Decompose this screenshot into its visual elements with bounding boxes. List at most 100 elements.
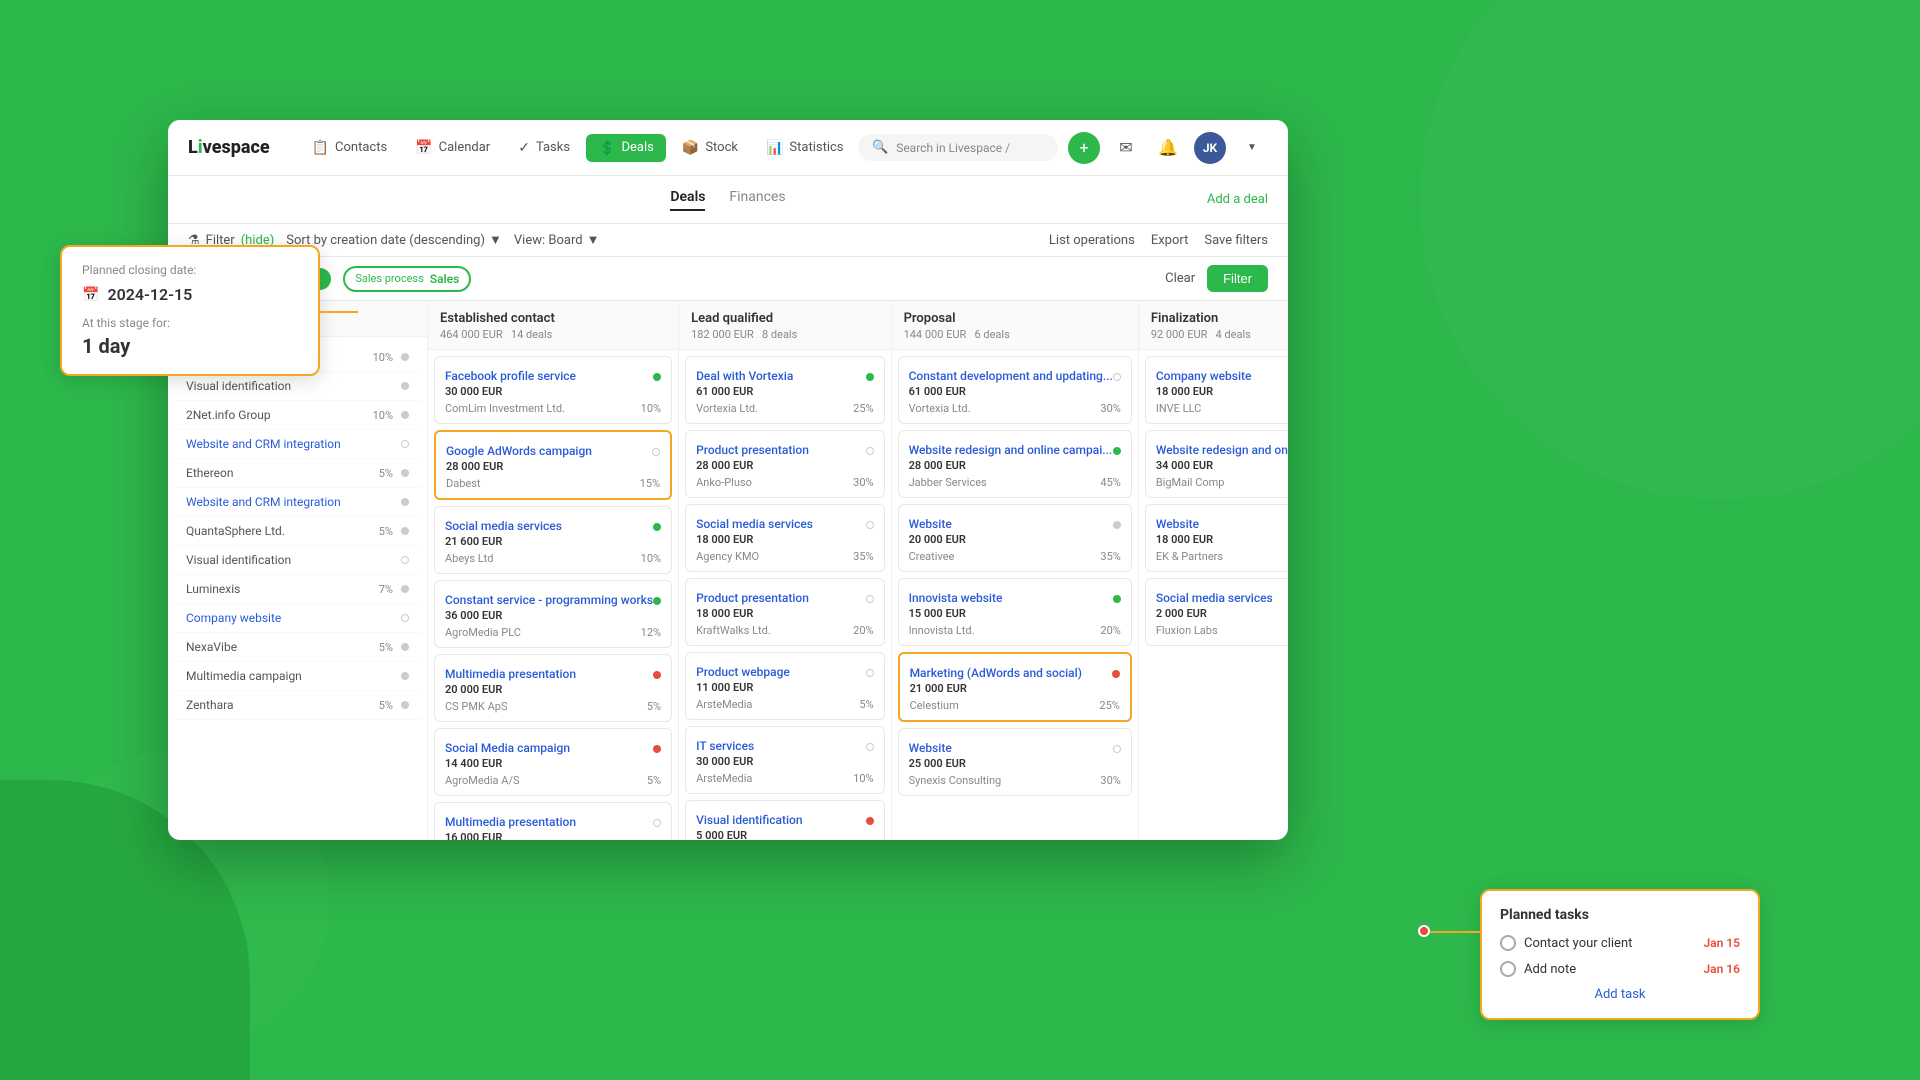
deal-card[interactable]: Constant service - programming works 36 …	[434, 580, 672, 648]
sales-process-filter[interactable]: Sales process Sales	[343, 266, 471, 292]
stock-icon: 📦	[682, 140, 699, 156]
save-filters-button[interactable]: Save filters	[1204, 233, 1268, 248]
contacts-icon: 📋	[312, 140, 329, 156]
list-item[interactable]: Ethereon 5%	[174, 459, 421, 488]
deal-card[interactable]: Website 18 000 EUR EK & Partners35%	[1145, 504, 1288, 572]
established-contact-title: Established contact	[440, 311, 666, 326]
deal-card[interactable]: Website 25 000 EUR Synexis Consulting30%	[898, 728, 1132, 796]
status-dot	[653, 745, 661, 753]
status-dot	[401, 440, 409, 448]
deal-card[interactable]: Facebook profile service 30 000 EUR ComL…	[434, 356, 672, 424]
task-checkbox-1[interactable]	[1500, 935, 1516, 951]
list-item[interactable]: Website and CRM integration	[174, 430, 421, 459]
deal-card[interactable]: Website redesign and online campai... 28…	[898, 430, 1132, 498]
status-dot	[1113, 745, 1121, 753]
export-button[interactable]: Export	[1151, 233, 1189, 248]
list-item[interactable]: Zenthara 5%	[174, 691, 421, 720]
calendar-icon-tooltip: 📅	[82, 287, 99, 303]
add-button[interactable]: +	[1068, 132, 1100, 164]
status-dot	[1113, 447, 1121, 455]
lead-qualified-column: Lead qualified 182 000 EUR 8 deals Deal …	[679, 301, 891, 840]
deal-card[interactable]: Social media services 21 600 EUR Abeys L…	[434, 506, 672, 574]
nav-item-contacts[interactable]: 📋 Contacts	[300, 134, 400, 162]
add-deal-button[interactable]: Add a deal	[1207, 192, 1268, 207]
list-item[interactable]: Company website	[174, 604, 421, 633]
deal-card-highlighted[interactable]: Google AdWords campaign 28 000 EUR Dabes…	[434, 430, 672, 500]
nav-item-calendar[interactable]: 📅 Calendar	[403, 134, 502, 162]
nav-item-deals[interactable]: 💲 Deals	[586, 134, 666, 162]
deal-card[interactable]: Website 20 000 EUR Creativee35%	[898, 504, 1132, 572]
list-item[interactable]: NexaVibe 5%	[174, 633, 421, 662]
deal-card[interactable]: Product presentation 18 000 EUR KraftWal…	[685, 578, 884, 646]
list-item[interactable]: 2Net.info Group 10%	[174, 401, 421, 430]
tab-finances[interactable]: Finances	[729, 189, 785, 211]
deal-card[interactable]: Social media services 2 000 EUR Fluxion …	[1145, 578, 1288, 646]
deal-card[interactable]: Social media services 18 000 EUR Agency …	[685, 504, 884, 572]
app-logo: Livespace	[188, 137, 270, 158]
top-nav: Livespace 📋 Contacts 📅 Calendar ✓ Tasks …	[168, 120, 1288, 176]
task-date-2: Jan 16	[1703, 962, 1740, 976]
deal-card[interactable]: Multimedia presentation 20 000 EUR CS PM…	[434, 654, 672, 722]
list-item[interactable]: Website and CRM integration	[174, 488, 421, 517]
established-contact-meta: 464 000 EUR 14 deals	[440, 328, 666, 341]
list-operations-button[interactable]: List operations	[1049, 233, 1135, 248]
task-name-2: Add note	[1524, 962, 1576, 977]
status-dot	[866, 595, 874, 603]
tasks-popover: Planned tasks Contact your client Jan 15…	[1480, 889, 1760, 1020]
deal-card[interactable]: Visual identification 5 000 EUR ARET Sol…	[685, 800, 884, 840]
filter-apply-button[interactable]: Filter	[1207, 265, 1268, 292]
deal-card[interactable]: Deal with Vortexia 61 000 EUR Vortexia L…	[685, 356, 884, 424]
sub-header: Deals Finances Add a deal	[168, 176, 1288, 224]
deal-card[interactable]: Constant development and updating... 61 …	[898, 356, 1132, 424]
tasks-icon: ✓	[518, 140, 530, 156]
view-button[interactable]: View: Board ▼	[514, 232, 600, 248]
tab-deals[interactable]: Deals	[670, 189, 705, 211]
status-dot	[1112, 670, 1120, 678]
tasks-popover-title: Planned tasks	[1500, 907, 1740, 923]
list-item[interactable]: QuantaSphere Ltd. 5%	[174, 517, 421, 546]
list-item[interactable]: Luminexis 7%	[174, 575, 421, 604]
nav-item-tasks[interactable]: ✓ Tasks	[506, 134, 582, 162]
nav-item-stock[interactable]: 📦 Stock	[670, 134, 750, 162]
deal-card[interactable]: Website redesign and online campai... 34…	[1145, 430, 1288, 498]
filter-actions-right: Clear Filter	[1165, 265, 1268, 292]
deal-card[interactable]: Innovista website 15 000 EUR Innovista L…	[898, 578, 1132, 646]
avatar[interactable]: JK	[1194, 132, 1226, 164]
deal-card[interactable]: Company website 18 000 EUR INVE LLC30%	[1145, 356, 1288, 424]
tooltip-date-value: 2024-12-15	[107, 285, 192, 304]
bell-button[interactable]: 🔔	[1152, 132, 1184, 164]
deal-card-proposal-marketing[interactable]: Marketing (AdWords and social) 21 000 EU…	[898, 652, 1132, 722]
sort-button[interactable]: Sort by creation date (descending) ▼	[286, 232, 502, 248]
board-area: Data completion Company website 10% Visu…	[168, 301, 1288, 840]
status-dot	[653, 523, 661, 531]
deal-card[interactable]: Multimedia presentation 16 000 EUR Kahn …	[434, 802, 672, 840]
status-dot	[401, 643, 409, 651]
search-bar[interactable]: 🔍 Search in Livespace /	[858, 134, 1058, 161]
status-dot	[653, 671, 661, 679]
proposal-body: Constant development and updating... 61 …	[892, 350, 1138, 840]
deal-card[interactable]: Product presentation 28 000 EUR Anko-Plu…	[685, 430, 884, 498]
closing-date-tooltip: Planned closing date: 📅 2024-12-15 At th…	[60, 245, 320, 376]
nav-item-statistics[interactable]: 📊 Statistics	[754, 134, 856, 162]
clear-button[interactable]: Clear	[1165, 271, 1195, 286]
deal-card[interactable]: IT services 30 000 EUR ArsteMedia10%	[685, 726, 884, 794]
nav-tasks-label: Tasks	[536, 140, 570, 155]
status-dot	[652, 448, 660, 456]
lead-qualified-body: Deal with Vortexia 61 000 EUR Vortexia L…	[679, 350, 890, 840]
deal-card[interactable]: Product webpage 11 000 EUR ArsteMedia5%	[685, 652, 884, 720]
deal-card[interactable]: Social Media campaign 14 400 EUR AgroMed…	[434, 728, 672, 796]
add-task-button[interactable]: Add task	[1500, 987, 1740, 1002]
finalization-column: Finalization 92 000 EUR 4 deals Company …	[1139, 301, 1288, 840]
established-contact-body: Facebook profile service 30 000 EUR ComL…	[428, 350, 678, 840]
nav-contacts-label: Contacts	[335, 140, 387, 155]
tooltip-stage-value: 1 day	[82, 334, 298, 358]
status-dot	[401, 672, 409, 680]
list-item[interactable]: Visual identification	[174, 546, 421, 575]
list-item[interactable]: Visual identification	[174, 372, 421, 401]
mail-button[interactable]: ✉	[1110, 132, 1142, 164]
list-item[interactable]: Multimedia campaign	[174, 662, 421, 691]
chevron-down-icon[interactable]: ▼	[1236, 132, 1268, 164]
finalization-title: Finalization	[1151, 311, 1288, 326]
task-checkbox-2[interactable]	[1500, 961, 1516, 977]
sub-tabs: Deals Finances	[670, 189, 785, 211]
